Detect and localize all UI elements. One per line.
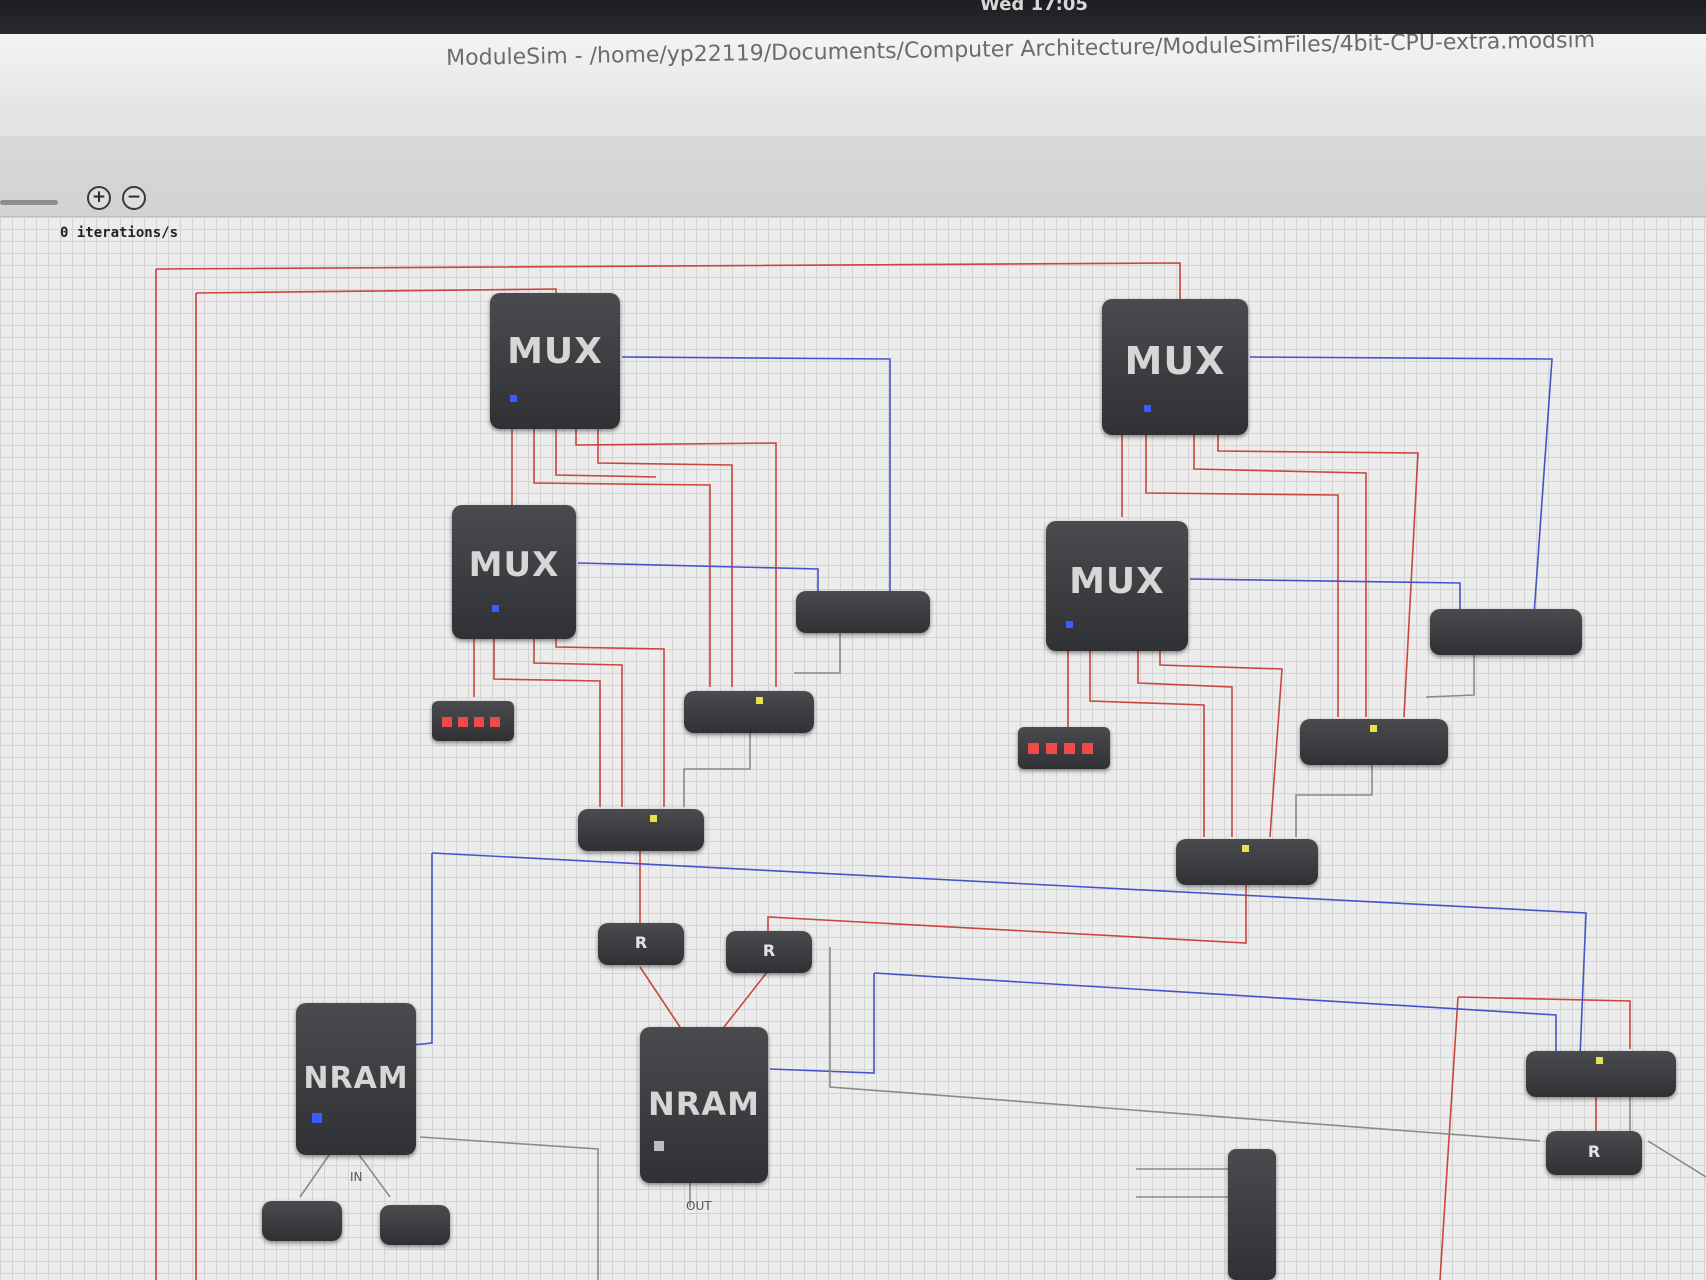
mux-label: MUX <box>1124 339 1226 383</box>
nram-module-in[interactable]: NRAM <box>296 1003 416 1155</box>
circuit-canvas[interactable]: 0 iterations/s MUX MUX MUX MUX R R R NRA… <box>0 217 1706 1280</box>
system-clock: Wed 17:05 <box>980 0 1088 15</box>
status-led <box>492 605 499 612</box>
minus-circle-icon: − <box>126 187 142 207</box>
status-led <box>1596 1057 1603 1064</box>
status-led <box>654 1141 664 1151</box>
gate-module-1[interactable] <box>684 691 814 733</box>
status-led <box>1370 725 1377 732</box>
partial-module-bottom-left-1[interactable] <box>262 1201 342 1241</box>
register-label: R <box>762 941 776 960</box>
status-led <box>1066 621 1073 628</box>
mux-label: MUX <box>468 545 560 585</box>
splitter-module-left[interactable] <box>796 591 930 633</box>
zoom-out-button[interactable]: − <box>122 186 146 210</box>
gate-module-3[interactable] <box>1300 719 1448 765</box>
led-bar-left <box>432 701 514 741</box>
register-module-1[interactable]: R <box>598 923 684 965</box>
nram-label: NRAM <box>647 1085 761 1123</box>
status-led <box>650 815 657 822</box>
mux-label: MUX <box>1069 561 1165 602</box>
status-led <box>312 1113 322 1123</box>
led-segment <box>1082 743 1093 754</box>
led-segment <box>1064 743 1075 754</box>
nram-module-out[interactable]: NRAM <box>640 1027 768 1183</box>
led-segment <box>474 717 484 727</box>
toolbar: + − <box>0 136 1706 217</box>
gate-module-4[interactable] <box>1176 839 1318 885</box>
window-title: ModuleSim - /home/yp22119/Documents/Comp… <box>446 34 1596 71</box>
gate-module-5[interactable] <box>1526 1051 1676 1097</box>
mux-module-top-left[interactable]: MUX <box>490 293 620 429</box>
nram-out-label: OUT <box>686 1199 712 1213</box>
splitter-module-right[interactable] <box>1430 609 1582 655</box>
led-segment <box>1028 743 1039 754</box>
register-module-2[interactable]: R <box>726 931 812 973</box>
app-window: ModuleSim - /home/yp22119/Documents/Comp… <box>0 34 1706 1280</box>
speed-slider[interactable] <box>0 200 58 205</box>
nram-label: NRAM <box>303 1061 409 1096</box>
nram-in-label: IN <box>350 1170 363 1184</box>
mux-module-mid-left[interactable]: MUX <box>452 505 576 639</box>
led-segment <box>490 717 500 727</box>
menu-strip <box>0 104 1706 137</box>
status-led <box>1144 405 1151 412</box>
status-led <box>1242 845 1249 852</box>
status-led <box>510 395 517 402</box>
gate-module-2[interactable] <box>578 809 704 851</box>
mux-label: MUX <box>507 331 603 372</box>
register-label: R <box>634 933 648 952</box>
mux-module-top-right[interactable]: MUX <box>1102 299 1248 435</box>
plus-circle-icon: + <box>91 187 107 207</box>
led-bar-right <box>1018 727 1110 769</box>
partial-module-bottom[interactable] <box>1228 1149 1276 1280</box>
mux-module-mid-right[interactable]: MUX <box>1046 521 1188 651</box>
led-segment <box>458 717 468 727</box>
zoom-in-button[interactable]: + <box>87 186 111 210</box>
status-led <box>756 697 763 704</box>
register-module-3[interactable]: R <box>1546 1131 1642 1175</box>
window-titlebar[interactable]: ModuleSim - /home/yp22119/Documents/Comp… <box>0 34 1706 105</box>
led-segment <box>1046 743 1057 754</box>
register-label: R <box>1587 1142 1601 1161</box>
led-segment <box>442 717 452 727</box>
partial-module-bottom-left-2[interactable] <box>380 1205 450 1245</box>
wire-layer <box>155 262 1706 1280</box>
